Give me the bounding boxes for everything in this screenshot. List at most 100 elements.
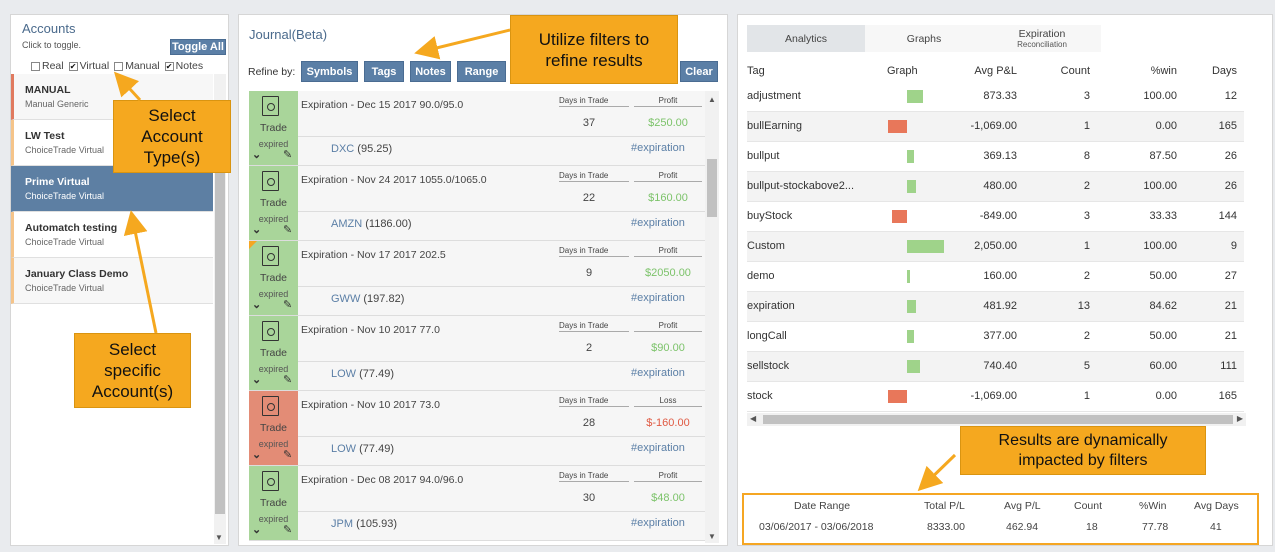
trade-symbol[interactable]: GWW (197.82): [331, 293, 404, 305]
trade-symbol[interactable]: LOW (77.49): [331, 368, 394, 380]
trade-card[interactable]: Trade expired ⌄ ✎ Expiration - Nov 10 2017 7…: [249, 316, 705, 391]
table-row[interactable]: bullEarning -1,069.00 1 0.00 165: [747, 112, 1244, 142]
summary-date-range: 03/06/2017 - 03/06/2018: [759, 521, 874, 533]
symbols-filter-button[interactable]: Symbols: [301, 61, 358, 82]
trade-tag-link[interactable]: #expiration: [631, 292, 685, 304]
trade-tag-link[interactable]: #expiration: [631, 442, 685, 454]
table-row[interactable]: demo 160.00 2 50.00 27: [747, 262, 1244, 292]
row-count: 1: [1083, 390, 1090, 402]
col-graph[interactable]: Graph: [887, 65, 918, 77]
type-real-checkbox[interactable]: Real: [31, 60, 64, 72]
account-name: January Class Demo: [25, 268, 129, 280]
trade-card[interactable]: Trade expired ⌄ ✎ Expiration - Dec 15 2017 9…: [249, 91, 705, 166]
col-days[interactable]: Days: [1187, 65, 1237, 77]
pencil-edit-icon[interactable]: ✎: [283, 523, 292, 536]
trade-symbol[interactable]: LOW (77.49): [331, 443, 394, 455]
trade-tag-link[interactable]: #expiration: [631, 517, 685, 529]
range-filter-button[interactable]: Range: [457, 61, 506, 82]
table-row[interactable]: buyStock -849.00 3 33.33 144: [747, 202, 1244, 232]
scroll-down-arrow-icon[interactable]: ▼: [708, 532, 716, 541]
days-in-trade: 22: [582, 192, 596, 204]
col-win[interactable]: %win: [1107, 65, 1177, 77]
trade-tag-link[interactable]: #expiration: [631, 217, 685, 229]
row-days: 111: [1220, 360, 1237, 372]
days-in-trade-label: Days in Trade: [559, 96, 629, 107]
table-row[interactable]: bullput 369.13 8 87.50 26: [747, 142, 1244, 172]
table-row[interactable]: adjustment 873.33 3 100.00 12: [747, 82, 1244, 112]
notes-filter-button[interactable]: Notes: [410, 61, 451, 82]
type-manual-checkbox[interactable]: Manual: [114, 60, 160, 72]
row-avg-pl: 873.33: [983, 90, 1017, 102]
trade-card[interactable]: Trade expired ⌄ ✎ Expiration - Nov 24 2017 1…: [249, 166, 705, 241]
tags-filter-button[interactable]: Tags: [364, 61, 404, 82]
row-avg-pl: -849.00: [979, 210, 1017, 222]
accounts-title: Accounts: [22, 21, 76, 36]
trade-symbol[interactable]: JPM (105.93): [331, 518, 397, 530]
row-count: 2: [1083, 270, 1090, 282]
account-item-january-class-demo[interactable]: January Class Demo ChoiceTrade Virtual: [11, 258, 213, 304]
pencil-edit-icon[interactable]: ✎: [283, 298, 292, 311]
row-days: 21: [1224, 330, 1237, 342]
chevron-down-icon[interactable]: ⌄: [252, 373, 261, 386]
scrollbar-thumb[interactable]: [215, 169, 225, 514]
col-count[interactable]: Count: [1037, 65, 1090, 77]
clear-filters-button[interactable]: Clear: [680, 61, 718, 82]
journal-title: Journal(Beta): [249, 27, 328, 42]
table-row[interactable]: bullput-stockabove2... 480.00 2 100.00 26: [747, 172, 1244, 202]
type-notes-checkbox[interactable]: ✔ Notes: [164, 60, 203, 72]
row-days: 165: [1218, 390, 1237, 402]
chevron-down-icon[interactable]: ⌄: [252, 148, 261, 161]
pencil-edit-icon[interactable]: ✎: [283, 373, 292, 386]
tab-expiration-reconciliation[interactable]: Expiration Reconciliation: [983, 25, 1101, 52]
trade-card[interactable]: Trade expired ⌄ ✎ Expiration - Nov 17 2017 2…: [249, 241, 705, 316]
scrollbar-thumb[interactable]: [763, 415, 1233, 424]
chevron-down-icon[interactable]: ⌄: [252, 448, 261, 461]
toggle-all-button[interactable]: Toggle All: [170, 39, 226, 55]
pencil-edit-icon[interactable]: ✎: [283, 148, 292, 161]
tab-graphs[interactable]: Graphs: [865, 25, 983, 52]
scroll-up-arrow-icon[interactable]: ▲: [708, 95, 716, 104]
table-row[interactable]: Custom 2,050.00 1 100.00 9: [747, 232, 1244, 262]
trade-tag-link[interactable]: #expiration: [631, 142, 685, 154]
table-row[interactable]: stock -1,069.00 1 0.00 165: [747, 382, 1244, 412]
chevron-down-icon[interactable]: ⌄: [252, 298, 261, 311]
trade-card[interactable]: Trade expired ⌄ ✎ Expiration - Nov 10 2017 7…: [249, 391, 705, 466]
chevron-down-icon[interactable]: ⌄: [252, 223, 261, 236]
trade-card[interactable]: Trade expired ⌄ ✎ Expiration - Dec 08 2017 9…: [249, 466, 705, 541]
table-row[interactable]: longCall 377.00 2 50.00 21: [747, 322, 1244, 352]
row-days: 144: [1218, 210, 1237, 222]
table-row[interactable]: sellstock 740.40 5 60.00 111: [747, 352, 1244, 382]
row-days: 165: [1218, 120, 1237, 132]
tab-analytics[interactable]: Analytics: [747, 25, 865, 52]
divider: [298, 361, 705, 362]
account-item-automatch-testing[interactable]: Automatch testing ChoiceTrade Virtual: [11, 212, 213, 258]
trade-symbol[interactable]: AMZN (1186.00): [331, 218, 412, 230]
row-tag: stock: [747, 390, 773, 402]
scroll-left-arrow-icon[interactable]: ◀: [750, 414, 756, 423]
row-avg-pl: -1,069.00: [970, 390, 1017, 402]
row-graph-bar: [907, 300, 916, 313]
col-avg-pl[interactable]: Avg P&L: [927, 65, 1017, 77]
row-win: 60.00: [1149, 360, 1177, 372]
scroll-down-arrow-icon[interactable]: ▼: [215, 533, 223, 542]
trade-title: Expiration - Nov 10 2017 77.0: [301, 324, 440, 336]
trade-pl: $-160.00: [646, 417, 690, 429]
type-virtual-checkbox[interactable]: ✔ Virtual: [68, 60, 109, 72]
pencil-edit-icon[interactable]: ✎: [283, 223, 292, 236]
scroll-right-arrow-icon[interactable]: ▶: [1237, 414, 1243, 423]
table-row[interactable]: expiration 481.92 13 84.62 21: [747, 292, 1244, 322]
account-type: ChoiceTrade Virtual: [25, 283, 105, 293]
journal-scrollbar[interactable]: ▲ ▼: [705, 91, 719, 543]
trade-tag-link[interactable]: #expiration: [631, 367, 685, 379]
account-type: ChoiceTrade Virtual: [25, 237, 105, 247]
chevron-down-icon[interactable]: ⌄: [252, 523, 261, 536]
pencil-edit-icon[interactable]: ✎: [283, 448, 292, 461]
trade-symbol[interactable]: DXC (95.25): [331, 143, 392, 155]
row-tag: demo: [747, 270, 775, 282]
analytics-horizontal-scrollbar[interactable]: ◀ ▶: [747, 413, 1246, 426]
pl-label: Profit: [634, 96, 702, 107]
trade-title: Expiration - Nov 17 2017 202.5: [301, 249, 446, 261]
row-count: 8: [1083, 150, 1090, 162]
col-tag[interactable]: Tag: [747, 65, 765, 77]
scrollbar-thumb[interactable]: [707, 159, 717, 217]
